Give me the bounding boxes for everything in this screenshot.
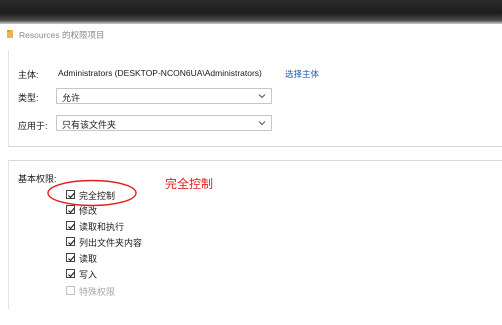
checkbox-checked-icon <box>68 255 75 262</box>
checkbox-checked-icon <box>68 223 75 230</box>
permission-label: 读取和执行 <box>79 222 125 232</box>
blurred-top-strip <box>0 0 502 24</box>
chevron-down-icon <box>258 94 266 99</box>
permission-entry-window: Resources 的权限项目 主体: Administrators (DESK… <box>0 0 502 325</box>
checkbox-special <box>66 286 75 295</box>
checkbox-read[interactable] <box>66 253 75 262</box>
applies-to-dropdown[interactable]: 只有该文件夹 <box>56 115 272 131</box>
type-selected-value: 允许 <box>62 93 81 103</box>
permission-label: 特殊权限 <box>79 287 116 297</box>
chevron-down-icon <box>258 121 266 126</box>
select-principal-link[interactable]: 选择主体 <box>285 68 319 80</box>
applies-to-label: 应用于: <box>18 121 48 131</box>
annotation-text: 完全控制 <box>165 177 214 191</box>
permission-label: 列出文件夹内容 <box>79 238 143 248</box>
applies-to-selected-value: 只有该文件夹 <box>62 120 117 130</box>
checkbox-list-folder[interactable] <box>66 237 75 246</box>
checkbox-write[interactable] <box>66 269 75 278</box>
type-dropdown[interactable]: 允许 <box>56 88 272 104</box>
type-label: 类型: <box>18 93 39 103</box>
permission-label: 写入 <box>79 270 98 280</box>
owner-label: 主体: <box>18 70 39 80</box>
window-bottom-edge <box>0 318 10 325</box>
owner-value: Administrators (DESKTOP-NCON6UA\Administ… <box>58 68 262 78</box>
window-title: Resources 的权限项目 <box>19 30 105 40</box>
annotation-ellipse <box>47 179 137 207</box>
permission-label: 读取 <box>79 254 98 264</box>
checkbox-checked-icon <box>68 271 75 278</box>
folder-icon <box>7 30 13 38</box>
checkbox-read-execute[interactable] <box>66 221 75 230</box>
checkbox-checked-icon <box>68 239 75 246</box>
